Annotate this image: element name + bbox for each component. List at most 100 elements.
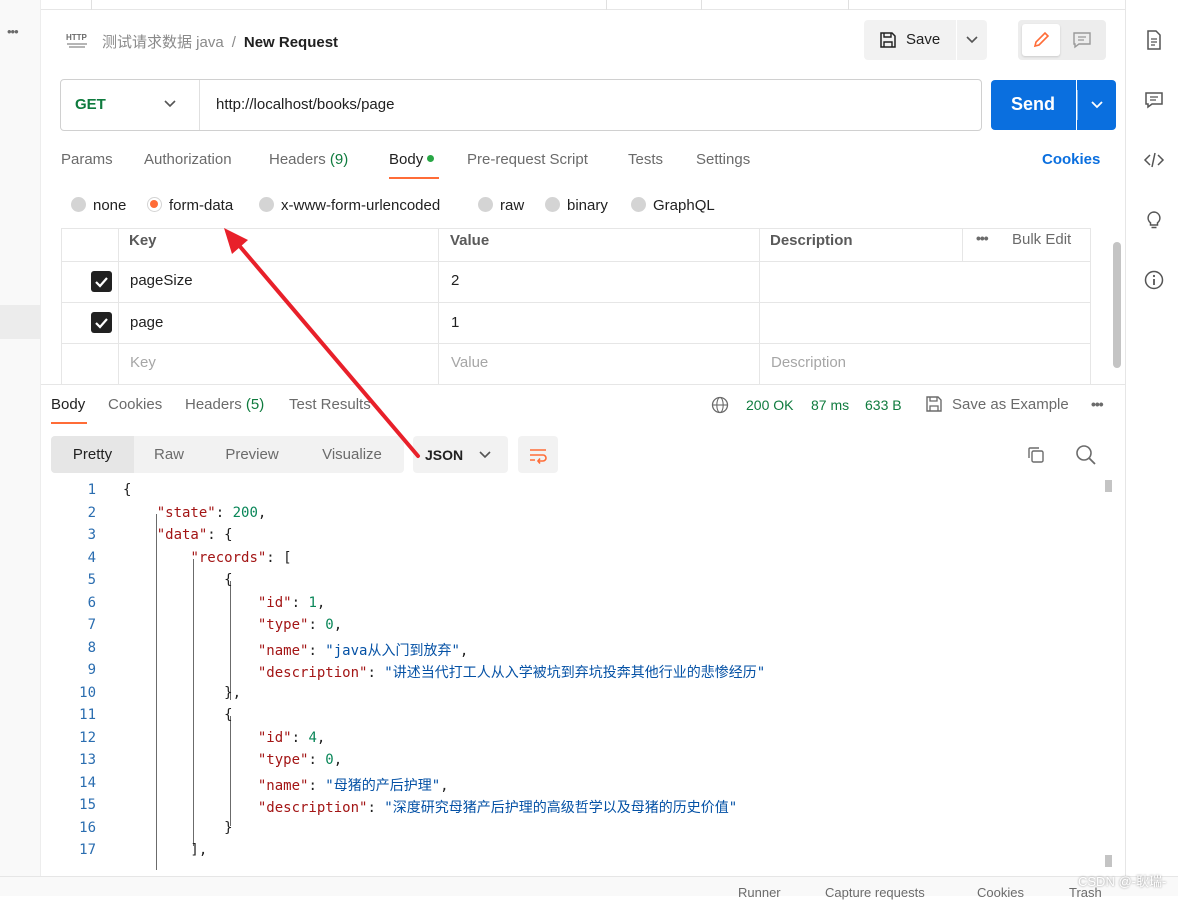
row-checkbox[interactable] [91, 271, 112, 292]
pencil-icon [1033, 31, 1050, 48]
save-as-example-button[interactable]: Save as Example [952, 396, 1069, 413]
http-request-icon: HTTP [65, 30, 89, 50]
tab-authorization[interactable]: Authorization [144, 151, 232, 168]
response-size[interactable]: 633 B [865, 397, 902, 413]
view-pretty[interactable]: Pretty [51, 436, 134, 473]
code-line: "type": 0, [257, 752, 343, 768]
footer-cookies[interactable]: Cookies [977, 885, 1024, 900]
headers-count: (9) [329, 151, 349, 168]
breadcrumb-request-name[interactable]: New Request [244, 34, 338, 51]
code-line: "id": 4, [257, 729, 326, 746]
code-line: "description": "讲述当代打工人从入学被坑到弃坑投奔其他行业的悲惨… [257, 665, 766, 681]
tab-tests[interactable]: Tests [628, 151, 663, 168]
save-options-button[interactable] [957, 20, 987, 60]
format-select[interactable]: JSON [413, 436, 508, 473]
bulb-icon[interactable] [1143, 209, 1165, 231]
code-scrollbar-bottom[interactable] [1105, 855, 1112, 867]
column-header-description: Description [770, 232, 853, 249]
code-line: "description": "深度研究母猪产后护理的高级哲学以及母猪的历史价值… [257, 800, 738, 816]
edit-mode-button[interactable] [1022, 24, 1060, 56]
breadcrumb-collection[interactable]: 测试请求数据 java [102, 34, 224, 51]
tab-headers[interactable]: Headers (9) [269, 151, 348, 168]
view-raw[interactable]: Raw [134, 436, 204, 473]
method-select[interactable]: GET [75, 96, 106, 113]
documentation-icon[interactable] [1143, 29, 1165, 51]
left-sidebar: ••• [0, 0, 41, 896]
column-header-key: Key [129, 232, 157, 249]
params-scrollbar[interactable] [1113, 242, 1121, 368]
chevron-down-icon [1091, 101, 1103, 109]
chevron-down-icon[interactable] [162, 97, 178, 111]
tab-settings[interactable]: Settings [696, 151, 750, 168]
info-icon[interactable] [1143, 269, 1165, 291]
view-visualize[interactable]: Visualize [300, 436, 404, 473]
cookies-link[interactable]: Cookies [1042, 151, 1100, 168]
tab-pre-request-script[interactable]: Pre-request Script [467, 151, 588, 168]
line-number: 4 [87, 549, 96, 566]
http-badge-label: HTTP [66, 33, 88, 42]
new-key-input[interactable]: Key [130, 354, 156, 371]
response-tab-headers[interactable]: Headers (5) [185, 396, 264, 413]
format-label: JSON [425, 447, 464, 463]
param-key[interactable]: pageSize [130, 272, 193, 289]
save-button[interactable]: Save [864, 20, 956, 60]
copy-icon[interactable] [1026, 445, 1046, 465]
active-tab-underline [389, 177, 439, 179]
pane-divider[interactable] [41, 384, 1125, 385]
bulk-edit-button[interactable]: Bulk Edit [1012, 231, 1071, 248]
param-value[interactable]: 2 [451, 272, 459, 289]
more-icon[interactable]: ••• [7, 24, 19, 39]
send-label: Send [1011, 94, 1056, 114]
comments-icon[interactable] [1143, 89, 1165, 111]
radio-form-data[interactable]: form-data [147, 197, 233, 214]
checkmark-icon [95, 318, 108, 329]
sidebar-selected-row[interactable] [0, 305, 41, 339]
code-line: "type": 0, [257, 617, 343, 633]
breadcrumb: 测试请求数据 java / New Request [102, 31, 338, 52]
url-input[interactable]: http://localhost/books/page [216, 96, 394, 113]
response-time[interactable]: 87 ms [811, 397, 849, 413]
view-preview[interactable]: Preview [204, 436, 300, 473]
response-body-viewer[interactable]: 1 {2 "state": 200, 3 "data": {4 "records":… [51, 480, 1101, 870]
code-line: } [123, 819, 233, 836]
comment-mode-icon[interactable] [1072, 30, 1092, 50]
line-number: 3 [87, 527, 96, 543]
row-checkbox[interactable] [91, 312, 112, 333]
radio-x-www-form-urlencoded[interactable]: x-www-form-urlencoded [259, 197, 440, 214]
code-line: }, [123, 684, 242, 701]
radio-raw[interactable]: raw [478, 197, 524, 214]
tab-strip [41, 0, 1125, 10]
send-options-button[interactable] [1077, 80, 1116, 130]
line-number: 7 [87, 617, 96, 633]
globe-icon[interactable] [711, 396, 729, 414]
param-value[interactable]: 1 [451, 314, 459, 331]
param-key[interactable]: page [130, 314, 163, 331]
chevron-down-icon [966, 36, 978, 44]
footer-capture-requests[interactable]: Capture requests [825, 885, 925, 900]
code-scrollbar-top[interactable] [1105, 480, 1112, 492]
new-value-input[interactable]: Value [451, 354, 488, 371]
footer-runner[interactable]: Runner [738, 885, 781, 900]
radio-graphql[interactable]: GraphQL [631, 197, 715, 214]
response-status[interactable]: 200 OK [746, 397, 793, 413]
response-headers-count: (5) [245, 396, 265, 413]
code-icon[interactable] [1143, 149, 1165, 171]
radio-none[interactable]: none [71, 197, 126, 214]
response-tab-cookies[interactable]: Cookies [108, 396, 162, 413]
response-tab-test-results[interactable]: Test Results [289, 396, 371, 413]
search-icon[interactable] [1075, 444, 1097, 466]
send-button[interactable]: Send [991, 80, 1076, 130]
line-number: 15 [79, 797, 96, 813]
radio-binary[interactable]: binary [545, 197, 608, 214]
new-description-input[interactable]: Description [771, 354, 846, 371]
more-options-icon[interactable]: ••• [1091, 396, 1104, 412]
more-options-icon[interactable]: ••• [976, 230, 989, 246]
column-header-value: Value [450, 232, 490, 249]
url-divider [199, 80, 200, 130]
body-indicator-dot [427, 154, 435, 162]
response-tab-body[interactable]: Body [51, 396, 85, 413]
wrap-lines-button[interactable] [518, 436, 558, 473]
line-number: 17 [79, 842, 96, 858]
tab-params[interactable]: Params [61, 151, 113, 168]
tab-body[interactable]: Body [389, 151, 435, 168]
